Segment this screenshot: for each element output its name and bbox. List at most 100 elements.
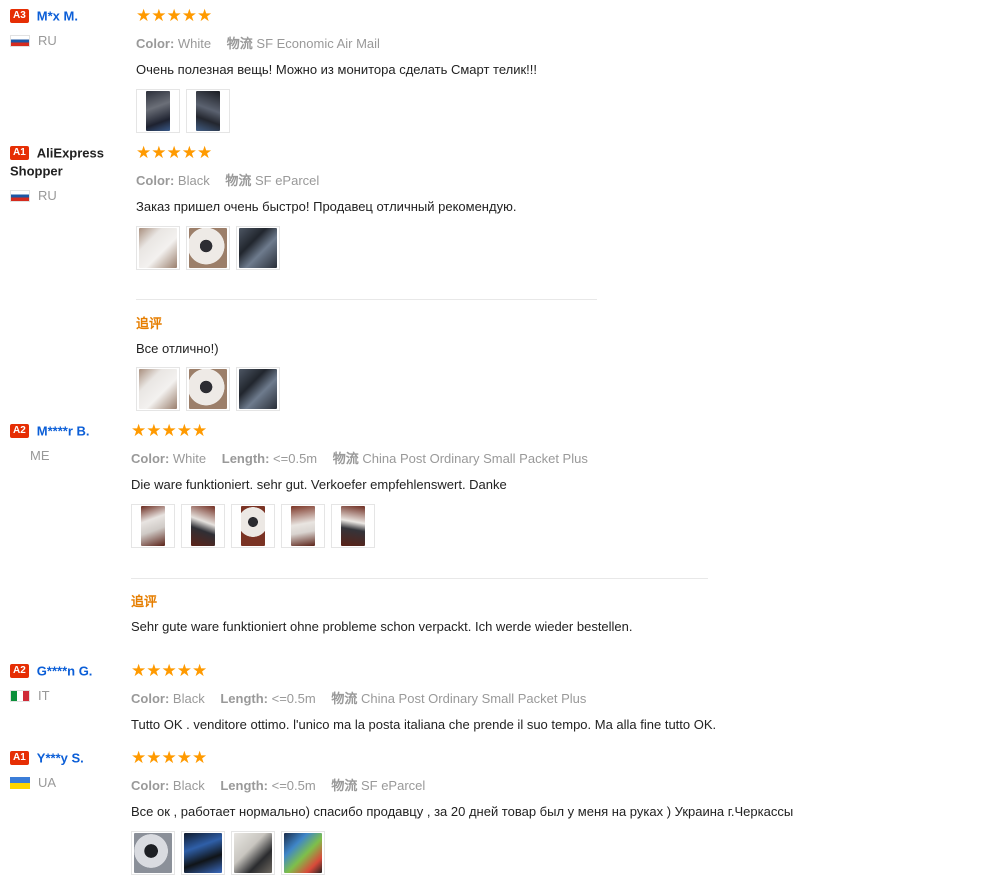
- level-badge: A3: [10, 8, 29, 23]
- review-photo-thumbnail[interactable]: [281, 504, 325, 548]
- reviewer-info: A2 G****n G. IT: [10, 662, 125, 703]
- review-meta: Color: Black 物流 SF eParcel: [136, 170, 516, 189]
- reviewer-name: M*x M.: [36, 8, 78, 24]
- level-badge: A2: [10, 663, 29, 678]
- shipping-label: 物流: [331, 778, 358, 793]
- review-photos: [136, 89, 537, 133]
- reviewer-country: RU: [10, 188, 125, 203]
- length-label: Length:: [221, 451, 270, 466]
- review-photo-thumbnail[interactable]: [331, 504, 375, 548]
- additional-review-label: 追评: [136, 316, 163, 331]
- color-value: Black: [172, 691, 205, 706]
- level-badge: A2: [10, 423, 29, 438]
- color-value: Black: [172, 778, 205, 793]
- review-photo-thumbnail[interactable]: [186, 367, 230, 411]
- star-rating: ★★★★★: [131, 421, 208, 440]
- country-code: RU: [38, 33, 57, 48]
- country-code: RU: [38, 188, 57, 203]
- review-photo-thumbnail[interactable]: [231, 831, 275, 875]
- shipping-label: 物流: [332, 451, 359, 466]
- reviewer-info: A1 Y***y S. UA: [10, 749, 125, 790]
- review-text: Очень полезная вещь! Можно из монитора с…: [136, 62, 538, 77]
- review-content: ★★★★★ Color: Black Length: <=0.5m 物流 SF …: [131, 749, 793, 875]
- color-value: Black: [177, 173, 210, 188]
- color-label: Color:: [136, 36, 175, 51]
- country-code: ME: [30, 448, 50, 463]
- length-value: <=0.5m: [273, 451, 318, 466]
- reviewer-info: A2 M****r B. ME: [10, 422, 125, 463]
- review-content: ★★★★★ Color: Black 物流 SF eParcel Заказ п…: [136, 144, 516, 270]
- additional-review-photos: [136, 367, 280, 411]
- review-meta: Color: White 物流 SF Economic Air Mail: [136, 33, 537, 52]
- level-badge: A1: [10, 145, 29, 160]
- additional-review-label: 追评: [131, 594, 158, 609]
- star-rating: ★★★★★: [136, 143, 213, 162]
- review-photo-thumbnail[interactable]: [186, 89, 230, 133]
- review-photo-thumbnail[interactable]: [136, 226, 180, 270]
- color-label: Color:: [131, 778, 170, 793]
- additional-review-divider: [131, 578, 708, 579]
- reviewer-country: IT: [10, 688, 125, 703]
- star-rating: ★★★★★: [131, 748, 208, 767]
- country-code: IT: [38, 688, 50, 703]
- color-value: White: [172, 451, 207, 466]
- review-photo-thumbnail[interactable]: [236, 367, 280, 411]
- reviewer-info: A3 M*x M. RU: [10, 7, 125, 48]
- review-text: Все ок , работает нормально) спасибо про…: [131, 804, 794, 819]
- review-photo-thumbnail[interactable]: [136, 89, 180, 133]
- reviewer-name: G****n G.: [36, 663, 93, 679]
- reviewer-country: ME: [10, 448, 125, 463]
- review-photo-thumbnail[interactable]: [181, 831, 225, 875]
- review-photos: [131, 504, 600, 548]
- reviewer-info: A1 AliExpress Shopper RU: [10, 144, 125, 203]
- reviewer-country: RU: [10, 33, 125, 48]
- star-rating: ★★★★★: [131, 661, 208, 680]
- color-value: White: [177, 36, 212, 51]
- flag-ru-icon: [10, 189, 30, 202]
- shipping-label: 物流: [225, 173, 252, 188]
- length-value: <=0.5m: [271, 691, 316, 706]
- star-rating: ★★★★★: [136, 6, 213, 25]
- reviewer-name: Y***y S.: [36, 750, 84, 766]
- review-photo-thumbnail[interactable]: [231, 504, 275, 548]
- shipping-value: China Post Ordinary Small Packet Plus: [362, 451, 588, 466]
- review-photo-thumbnail[interactable]: [131, 831, 175, 875]
- review-photos: [131, 831, 793, 875]
- shipping-label: 物流: [226, 36, 253, 51]
- review-photo-thumbnail[interactable]: [136, 367, 180, 411]
- flag-ua-icon: [10, 776, 30, 789]
- review-photo-thumbnail[interactable]: [131, 504, 175, 548]
- review-meta: Color: White Length: <=0.5m 物流 China Pos…: [131, 448, 600, 467]
- country-code: UA: [38, 775, 57, 790]
- color-label: Color:: [131, 451, 170, 466]
- review-content: ★★★★★ Color: White 物流 SF Economic Air Ma…: [136, 7, 537, 133]
- length-label: Length:: [220, 691, 268, 706]
- review-photo-thumbnail[interactable]: [181, 504, 225, 548]
- shipping-value: SF eParcel: [360, 778, 426, 793]
- shipping-value: SF eParcel: [254, 173, 320, 188]
- review-content: ★★★★★ Color: White Length: <=0.5m 物流 Chi…: [131, 422, 600, 548]
- shipping-label: 物流: [331, 691, 358, 706]
- shipping-value: China Post Ordinary Small Packet Plus: [360, 691, 587, 706]
- review-photos: [136, 226, 516, 270]
- length-label: Length:: [220, 778, 268, 793]
- length-value: <=0.5m: [271, 778, 316, 793]
- shipping-value: SF Economic Air Mail: [256, 36, 380, 51]
- additional-review-text: Sehr gute ware funktioniert ohne problem…: [131, 619, 633, 634]
- review-photo-thumbnail[interactable]: [186, 226, 230, 270]
- review-text: Die ware funktioniert. sehr gut. Verkoef…: [131, 477, 507, 492]
- additional-review-divider: [136, 299, 597, 300]
- review-content: ★★★★★ Color: Black Length: <=0.5m 物流 Chi…: [131, 661, 717, 733]
- reviewer-country: UA: [10, 775, 125, 790]
- reviewer-name: M****r B.: [36, 423, 90, 439]
- review-photo-thumbnail[interactable]: [236, 226, 280, 270]
- color-label: Color:: [131, 691, 170, 706]
- flag-ru-icon: [10, 34, 30, 47]
- review-text: Tutto OK . venditore ottimo. l'unico ma …: [131, 717, 717, 732]
- level-badge: A1: [10, 750, 29, 765]
- review-meta: Color: Black Length: <=0.5m 物流 China Pos…: [131, 688, 716, 707]
- additional-review-text: Все отлично!): [136, 341, 219, 356]
- review-meta: Color: Black Length: <=0.5m 物流 SF eParce…: [131, 775, 793, 794]
- review-text: Заказ пришел очень быстро! Продавец отли…: [136, 199, 517, 214]
- review-photo-thumbnail[interactable]: [281, 831, 325, 875]
